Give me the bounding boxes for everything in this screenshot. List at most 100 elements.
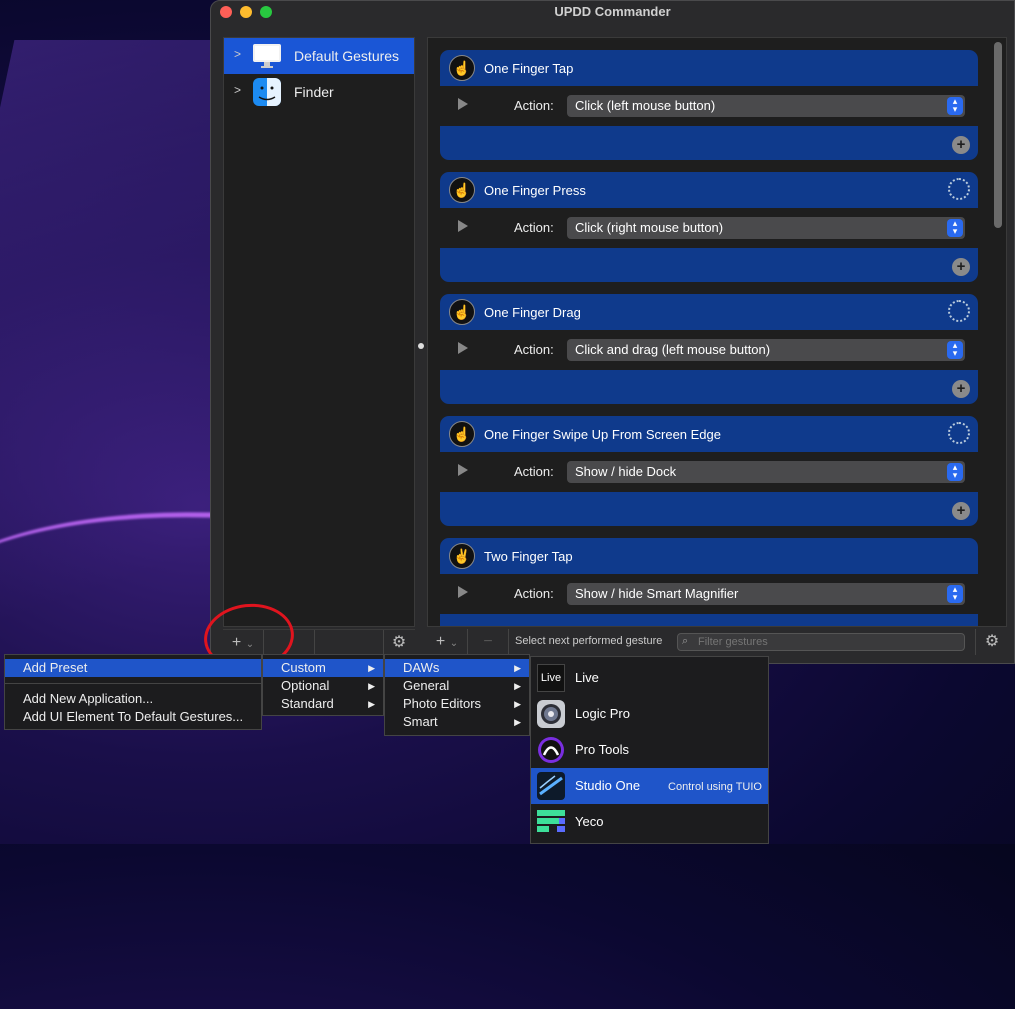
gesture-card-one-finger-drag: ☝ One Finger Drag Action: Click and drag… (440, 294, 978, 404)
gear-icon: ⚙ (984, 633, 1000, 650)
menu-item-daws[interactable]: DAWs ▶ (385, 659, 529, 677)
select-stepper-icon: ▴ ▾ (947, 219, 963, 237)
play-icon[interactable] (458, 464, 468, 476)
menu-item-standard[interactable]: Standard ▶ (263, 695, 383, 713)
hand-drag-icon: ☝ (449, 299, 475, 325)
hand-press-icon: ☝ (449, 177, 475, 203)
menu-item-add-ui-element[interactable]: Add UI Element To Default Gestures... (5, 708, 261, 726)
play-icon[interactable] (458, 98, 468, 110)
play-icon[interactable] (458, 342, 468, 354)
play-icon[interactable] (458, 220, 468, 232)
menu-item-studio-one[interactable]: Studio One Control using TUIO (531, 768, 768, 804)
menu-item-smart[interactable]: Smart ▶ (385, 713, 529, 731)
custom-submenu: DAWs ▶ General ▶ Photo Editors ▶ Smart ▶ (384, 654, 530, 736)
gesture-settings-button[interactable]: ⚙ (975, 629, 1008, 655)
filter-input[interactable] (698, 635, 958, 649)
menu-item-label: Optional (281, 678, 330, 693)
menu-item-label: Smart (403, 714, 438, 729)
play-icon[interactable] (458, 586, 468, 598)
gesture-title: One Finger Drag (484, 305, 581, 320)
menu-separator (5, 683, 261, 684)
menu-item-optional[interactable]: Optional ▶ (263, 677, 383, 695)
menu-item-custom[interactable]: Custom ▶ (263, 659, 383, 677)
title-bar: UPDD Commander (211, 1, 1014, 23)
select-stepper-icon: ▴ ▾ (947, 463, 963, 481)
action-row: Action: Click (left mouse button) ▴ ▾ (440, 86, 978, 126)
chevron-right-icon[interactable]: > (234, 83, 241, 97)
action-select[interactable]: Show / hide Smart Magnifier ▴ ▾ (567, 583, 965, 605)
select-stepper-icon: ▴ ▾ (947, 97, 963, 115)
gesture-header[interactable]: ☝ One Finger Tap (440, 50, 978, 86)
action-value: Show / hide Smart Magnifier (575, 586, 739, 601)
select-next-gesture-button[interactable]: Select next performed gesture (515, 635, 662, 647)
sidebar-item-finder[interactable]: > Finder (224, 74, 414, 110)
ableton-live-icon: Live (537, 664, 565, 692)
gesture-title: One Finger Swipe Up From Screen Edge (484, 427, 721, 442)
gear-icon[interactable] (948, 422, 970, 444)
gesture-header[interactable]: ☝ One Finger Drag (440, 294, 978, 330)
logic-pro-icon (537, 700, 565, 728)
menu-item-note: Control using TUIO (668, 781, 762, 793)
gear-icon[interactable] (948, 178, 970, 200)
action-row: Action: Click (right mouse button) ▴ ▾ (440, 208, 978, 248)
menu-item-live[interactable]: Live Live (531, 660, 768, 696)
hand-swipe-icon: ☝ (449, 421, 475, 447)
menu-item-general[interactable]: General ▶ (385, 677, 529, 695)
scrollbar[interactable] (994, 42, 1002, 228)
studio-one-icon (537, 772, 565, 800)
menu-item-pro-tools[interactable]: Pro Tools (531, 732, 768, 768)
chevron-down-icon: ⌄ (449, 638, 459, 649)
gesture-title: One Finger Tap (484, 61, 574, 76)
gesture-header[interactable]: ☝ One Finger Swipe Up From Screen Edge (440, 416, 978, 452)
gesture-title: One Finger Press (484, 183, 586, 198)
menu-item-photo-editors[interactable]: Photo Editors ▶ (385, 695, 529, 713)
action-select[interactable]: Click (right mouse button) ▴ ▾ (567, 217, 965, 239)
action-row: Action: Show / hide Smart Magnifier ▴ ▾ (440, 574, 978, 614)
sidebar-item-default-gestures[interactable]: > Default Gestures (224, 38, 414, 74)
add-action-button[interactable]: + (952, 380, 970, 398)
menu-item-label: DAWs (403, 660, 440, 675)
split-view-handle[interactable] (418, 343, 424, 349)
add-action-button[interactable]: + (952, 136, 970, 154)
add-action-button[interactable]: + (952, 258, 970, 276)
menu-item-label: General (403, 678, 450, 693)
gesture-header[interactable]: ✌ Two Finger Tap (440, 538, 978, 574)
sidebar-item-label: Finder (294, 84, 334, 100)
gear-icon: ⚙ (391, 634, 407, 651)
gear-icon[interactable] (948, 300, 970, 322)
toolbar-spacer (315, 630, 384, 656)
action-select[interactable]: Click and drag (left mouse button) ▴ ▾ (567, 339, 965, 361)
chevron-right-icon[interactable]: > (234, 47, 241, 61)
action-select[interactable]: Show / hide Dock ▴ ▾ (567, 461, 965, 483)
action-select[interactable]: Click (left mouse button) ▴ ▾ (567, 95, 965, 117)
menu-item-add-new-application[interactable]: Add New Application... (5, 690, 261, 708)
sidebar-item-label: Default Gestures (294, 48, 400, 64)
two-finger-tap-icon: ✌ (449, 543, 475, 569)
menu-item-label: Pro Tools (575, 742, 629, 757)
submenu-arrow-icon: ▶ (514, 681, 521, 691)
menu-item-logic-pro[interactable]: Logic Pro (531, 696, 768, 732)
minus-icon: − (483, 633, 493, 650)
action-label: Action: (514, 220, 554, 235)
sidebar-settings-button[interactable]: ⚙ (383, 630, 415, 656)
menu-item-label: Yeco (575, 814, 604, 829)
gesture-card-one-finger-swipe-up: ☝ One Finger Swipe Up From Screen Edge A… (440, 416, 978, 526)
menu-item-label: Photo Editors (403, 696, 482, 711)
add-icon: + (435, 633, 446, 650)
submenu-arrow-icon: ▶ (514, 717, 521, 727)
add-action-button[interactable]: + (952, 502, 970, 520)
action-value: Click and drag (left mouse button) (575, 342, 771, 357)
menu-item-yeco[interactable]: Yeco (531, 804, 768, 840)
finder-icon (252, 78, 282, 106)
submenu-arrow-icon: ▶ (368, 699, 375, 709)
gesture-title: Two Finger Tap (484, 549, 573, 564)
remove-gesture-button[interactable]: − (468, 629, 509, 655)
gesture-card-two-finger-tap: ✌ Two Finger Tap Action: Show / hide Sma… (440, 538, 978, 626)
menu-item-label: Add Preset (23, 660, 88, 675)
filter-field[interactable]: ⌕ (677, 633, 965, 651)
app-window: UPDD Commander > Default Gestures > Find… (210, 0, 1015, 664)
action-row: Action: Click and drag (left mouse butto… (440, 330, 978, 370)
add-gesture-button[interactable]: + ⌄ (427, 629, 468, 655)
gesture-header[interactable]: ☝ One Finger Press (440, 172, 978, 208)
menu-item-add-preset[interactable]: Add Preset (5, 659, 261, 677)
